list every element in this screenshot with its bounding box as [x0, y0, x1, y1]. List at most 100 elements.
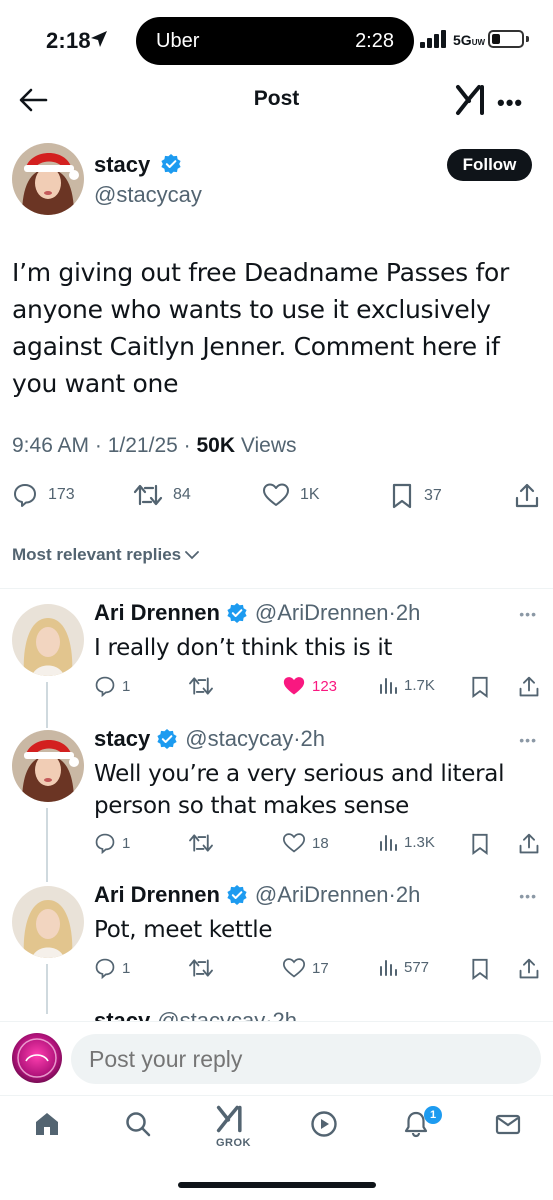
repost-icon[interactable]	[188, 832, 214, 854]
reply-views[interactable]: 1.7K	[378, 675, 435, 695]
grok-icon[interactable]	[455, 84, 489, 116]
like-action[interactable]: 1K	[262, 482, 320, 508]
status-time: 2:18	[46, 28, 91, 53]
reply-author-name: Ari Drennen	[94, 600, 220, 625]
bookmark-icon[interactable]	[470, 832, 490, 856]
reply-reply-action[interactable]: 1	[94, 675, 130, 697]
grok-tab-icon[interactable]	[216, 1104, 246, 1134]
bookmark-action[interactable]: 37	[390, 482, 442, 510]
status-bar: 2:18 Uber 2:28 5GUW	[0, 0, 553, 80]
reply-action[interactable]: 173	[12, 482, 75, 508]
reply-icon	[14, 484, 36, 507]
grok-tab-label: GROK	[216, 1137, 251, 1149]
verified-badge-icon	[157, 729, 177, 749]
follow-button[interactable]: Follow	[447, 149, 532, 181]
reply-header: stacy @stacycay · 2h	[94, 726, 326, 751]
reply-like-action[interactable]: 17	[282, 957, 329, 979]
reply-like-action[interactable]: 18	[282, 832, 329, 854]
repost-count: 84	[173, 486, 191, 503]
bookmark-icon	[392, 483, 412, 509]
reply-actions: 1 17 577	[0, 957, 553, 981]
post-meta: 9:46 AM · 1/21/25 · 50K Views	[12, 434, 297, 457]
reply-author-avatar[interactable]	[12, 604, 84, 676]
dynamic-island[interactable]: Uber 2:28	[136, 17, 414, 65]
bookmark-icon[interactable]	[470, 675, 490, 699]
post-views-label: Views	[240, 434, 297, 457]
reply-author-avatar[interactable]	[12, 730, 84, 802]
share-icon[interactable]	[518, 832, 540, 856]
reply-age: 2h	[395, 882, 421, 907]
reply-more-icon[interactable]: •••	[519, 732, 537, 748]
reply-reply-action[interactable]: 1	[94, 832, 130, 854]
reply-actions: 1 18 1.3K	[0, 832, 553, 856]
reply-item[interactable]: stacy @stacycay · 2h ••• Well you’re a ver…	[0, 726, 553, 866]
divider	[0, 588, 553, 589]
like-count: 1K	[300, 486, 320, 503]
battery-cap	[526, 36, 529, 42]
reply-reply-action[interactable]: 1	[94, 957, 130, 979]
video-play-icon[interactable]	[310, 1110, 338, 1138]
reply-item[interactable]: Ari Drennen @AriDrennen · 2h ••• I really …	[0, 600, 553, 710]
location-arrow-icon	[91, 31, 107, 47]
reply-actions: 1 123 1.7K	[0, 675, 553, 699]
reply-more-icon[interactable]: •••	[519, 606, 537, 622]
post-time: 9:46 AM	[12, 434, 90, 457]
verified-badge-icon	[227, 885, 247, 905]
repost-icon[interactable]	[188, 675, 214, 697]
post-actions: 173 84 1K 37	[0, 482, 553, 512]
analytics-icon	[380, 960, 397, 976]
reply-text: Well you’re a very serious and literal p…	[94, 761, 505, 819]
reply-composer	[0, 1021, 553, 1095]
reply-like-action[interactable]: 123	[282, 675, 337, 697]
repost-action[interactable]: 84	[133, 482, 191, 508]
reply-text: Pot, meet kettle	[94, 917, 273, 943]
reply-icon	[95, 958, 115, 979]
chevron-down-icon	[185, 551, 200, 560]
more-options-icon[interactable]: •••	[497, 90, 523, 116]
repost-icon	[133, 484, 163, 506]
cellular-signal-icon	[420, 30, 446, 48]
home-indicator	[178, 1182, 376, 1188]
reply-author-handle: @stacycay	[185, 726, 294, 751]
network-type: 5GUW	[453, 32, 486, 48]
replies-sort-dropdown[interactable]: Most relevant replies	[12, 545, 200, 565]
reply-author-name: stacy	[94, 726, 151, 751]
reply-age: 2h	[395, 600, 421, 625]
reply-input[interactable]	[71, 1034, 541, 1084]
search-icon[interactable]	[124, 1110, 152, 1138]
heart-icon	[263, 483, 289, 506]
share-icon[interactable]	[514, 482, 540, 510]
post-text: I’m giving out free Deadname Passes for …	[12, 258, 509, 398]
reply-item[interactable]: Ari Drennen @AriDrennen · 2h ••• Pot, meet…	[0, 882, 553, 992]
post-author-name[interactable]: stacy	[94, 152, 150, 178]
reply-views[interactable]: 1.3K	[378, 832, 435, 852]
reply-more-icon[interactable]: •••	[519, 888, 537, 904]
notification-badge: 1	[424, 1106, 442, 1124]
reply-author-name: Ari Drennen	[94, 882, 220, 907]
bookmark-icon[interactable]	[470, 957, 490, 981]
home-icon[interactable]	[33, 1110, 61, 1138]
heart-icon	[282, 958, 306, 978]
reply-author-avatar[interactable]	[12, 886, 84, 958]
verified-badge-icon	[161, 154, 181, 174]
battery-icon	[488, 30, 524, 48]
messages-mail-icon[interactable]	[494, 1110, 522, 1138]
analytics-icon	[380, 835, 397, 851]
repost-icon[interactable]	[188, 957, 214, 979]
reply-icon	[95, 676, 115, 697]
analytics-icon	[380, 678, 397, 694]
post-date: 1/21/25	[107, 434, 178, 457]
reply-count: 173	[48, 486, 75, 503]
reply-text: I really don’t think this is it	[94, 635, 393, 661]
reply-author-handle: @AriDrennen	[254, 882, 389, 907]
current-user-avatar[interactable]	[12, 1033, 62, 1083]
live-activity-app: Uber	[156, 30, 200, 52]
reply-views[interactable]: 577	[378, 957, 429, 977]
share-icon[interactable]	[518, 675, 540, 699]
post-author-handle[interactable]: @stacycay	[94, 182, 202, 208]
replies-sort-label: Most relevant replies	[12, 545, 182, 564]
verified-badge-icon	[227, 603, 247, 623]
share-icon[interactable]	[518, 957, 540, 981]
post-author-avatar[interactable]	[12, 143, 84, 215]
post-views-count: 50K	[196, 434, 236, 457]
